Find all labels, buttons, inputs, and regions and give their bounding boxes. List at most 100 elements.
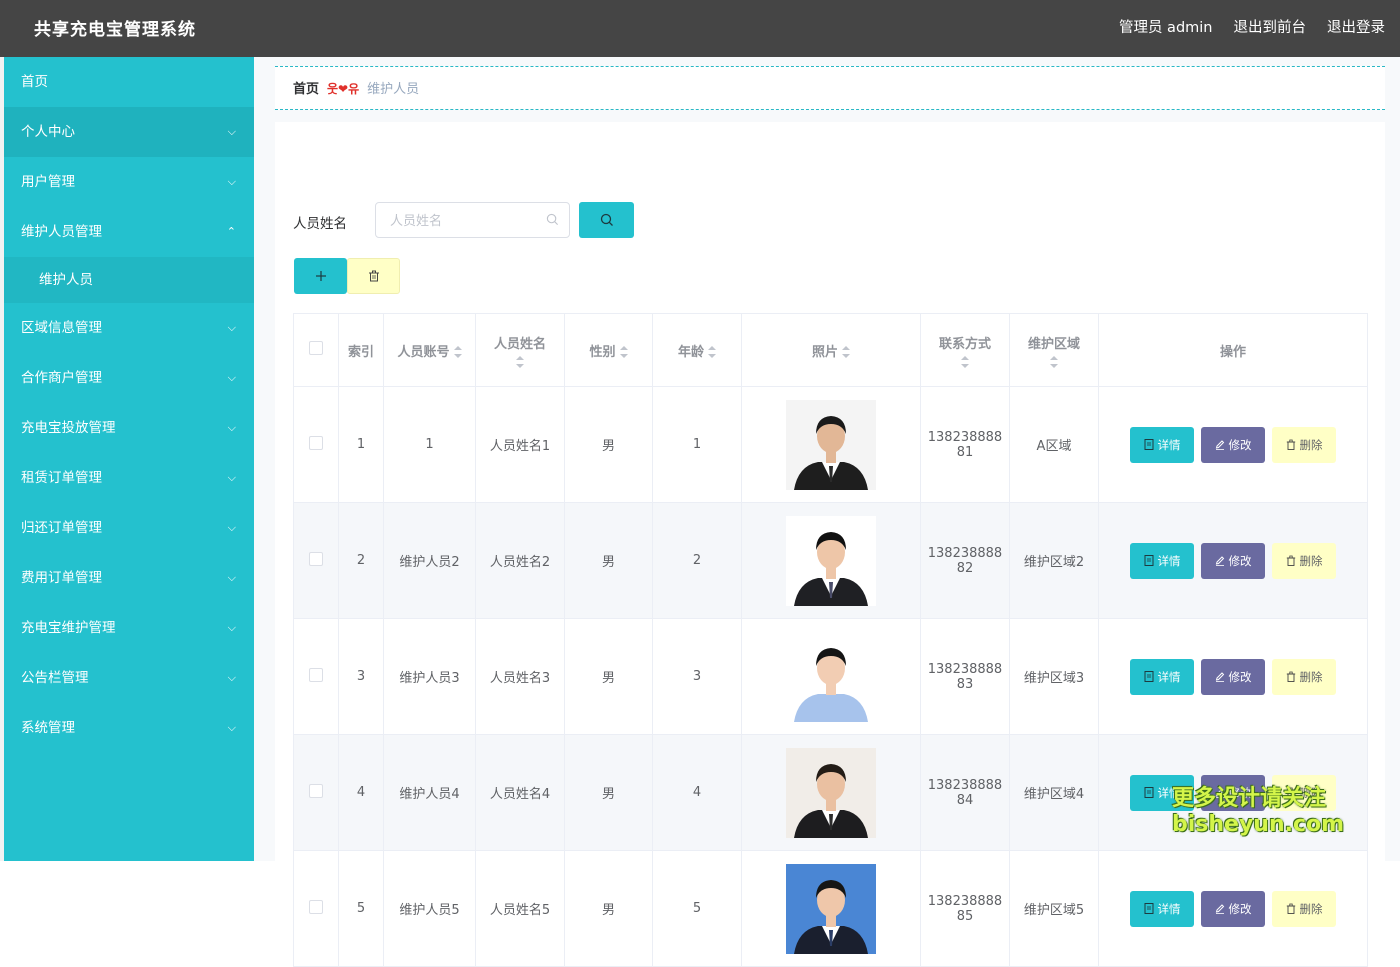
cell-account: 1 <box>383 386 476 503</box>
edit-button[interactable]: 修改 <box>1201 542 1265 579</box>
sidebar-item-partner-merchants[interactable]: 合作商户管理 ⌵ <box>4 353 254 403</box>
col-area[interactable]: 维护区域 <box>1009 313 1099 387</box>
detail-button[interactable]: 详情 <box>1130 426 1194 463</box>
chevron-down-icon: ⌵ <box>227 421 236 434</box>
chevron-down-icon: ⌵ <box>227 175 236 188</box>
sort-icon[interactable] <box>961 355 969 368</box>
cell-ops: 详情 修改 删除 <box>1098 850 1368 967</box>
logout-link[interactable]: 退出登录 <box>1327 16 1385 37</box>
pencil-icon <box>1215 904 1224 914</box>
trash-icon <box>1286 439 1295 450</box>
chevron-up-icon: ⌃ <box>226 225 236 238</box>
detail-button[interactable]: 详情 <box>1130 658 1194 695</box>
sort-icon[interactable] <box>842 346 850 358</box>
detail-button[interactable]: 详情 <box>1130 890 1194 927</box>
cell-name: 人员姓名3 <box>475 618 565 735</box>
edit-button[interactable]: 修改 <box>1201 890 1265 927</box>
cell-gender: 男 <box>564 502 653 619</box>
edit-label: 修改 <box>1228 553 1252 568</box>
edit-button[interactable]: 修改 <box>1201 658 1265 695</box>
cell-index: 5 <box>338 850 384 967</box>
breadcrumb-home[interactable]: 首页 <box>293 82 319 97</box>
sidebar-item-personal-center[interactable]: 个人中心 ⌵ <box>4 107 254 157</box>
col-photo[interactable]: 照片 <box>741 313 921 387</box>
row-checkbox[interactable] <box>309 899 323 914</box>
cell-index: 4 <box>338 734 384 851</box>
delete-button[interactable]: 删除 <box>1272 426 1336 463</box>
row-checkbox[interactable] <box>309 435 323 450</box>
edit-button[interactable]: 修改 <box>1201 426 1265 463</box>
top-header: 共享充电宝管理系统 管理员 admin 退出到前台 退出登录 <box>0 0 1400 57</box>
batch-delete-button[interactable] <box>347 258 400 294</box>
sidebar-item-home[interactable]: 首页 <box>4 57 254 107</box>
phone-part1: 138238888 <box>927 661 1003 677</box>
cell-age: 3 <box>652 618 742 735</box>
row-checkbox[interactable] <box>309 667 323 682</box>
sidebar-item-label: 个人中心 <box>21 124 75 140</box>
add-button[interactable] <box>294 258 347 294</box>
cell-photo <box>741 618 921 735</box>
breadcrumb: 首页 웃❤유 维护人员 <box>275 66 1385 110</box>
sort-icon[interactable] <box>453 346 462 358</box>
chevron-down-icon: ⌵ <box>227 671 236 684</box>
sidebar-item-rental-orders[interactable]: 租赁订单管理 ⌵ <box>4 453 254 503</box>
col-name[interactable]: 人员姓名 <box>475 313 565 387</box>
delete-button[interactable]: 删除 <box>1272 542 1336 579</box>
sidebar-item-powerbank-maintenance[interactable]: 充电宝维护管理 ⌵ <box>4 603 254 653</box>
chevron-down-icon: ⌵ <box>227 621 236 634</box>
phone-part1: 138238888 <box>927 777 1003 793</box>
row-checkbox[interactable] <box>309 551 323 566</box>
sidebar-item-system-management[interactable]: 系统管理 ⌵ <box>4 703 254 753</box>
plus-icon <box>315 271 326 281</box>
sidebar-item-label: 充电宝投放管理 <box>21 420 116 436</box>
table-row: 1 1 人员姓名1 男 1 138238888 81 A区域 详情 修改 删除 <box>293 386 1368 503</box>
sidebar-item-label: 归还订单管理 <box>21 520 102 536</box>
cell-gender: 男 <box>564 386 653 503</box>
sidebar-subitem-maintenance-staff[interactable]: 维护人员 <box>4 257 254 303</box>
staff-photo <box>786 747 876 838</box>
detail-label: 详情 <box>1157 437 1181 452</box>
sort-icon[interactable] <box>516 355 524 368</box>
sidebar-item-label: 充电宝维护管理 <box>21 620 116 636</box>
col-age[interactable]: 年龄 <box>652 313 742 387</box>
staff-photo <box>786 863 876 954</box>
exit-to-frontend-link[interactable]: 退出到前台 <box>1234 16 1307 37</box>
search-input[interactable] <box>388 205 542 237</box>
sidebar-item-fee-orders[interactable]: 费用订单管理 ⌵ <box>4 553 254 603</box>
delete-label: 删除 <box>1299 437 1323 452</box>
col-gender[interactable]: 性别 <box>564 313 653 387</box>
cell-area: 维护区域4 <box>1009 734 1099 851</box>
sort-icon[interactable] <box>708 346 716 358</box>
row-select-cell <box>293 850 339 967</box>
watermark-line1: 更多设计请关注 <box>1172 786 1327 811</box>
phone-part2: 85 <box>956 908 974 924</box>
sidebar-item-powerbank-deployment[interactable]: 充电宝投放管理 ⌵ <box>4 403 254 453</box>
phone-part1: 138238888 <box>927 545 1003 561</box>
document-icon <box>1144 787 1153 798</box>
sidebar-item-area-info[interactable]: 区域信息管理 ⌵ <box>4 303 254 353</box>
select-all-checkbox[interactable] <box>309 341 323 355</box>
watermark: 更多设计请关注 bisheyun.com <box>1172 786 1344 838</box>
sort-icon[interactable] <box>1050 355 1058 368</box>
col-index: 索引 <box>338 313 384 387</box>
delete-button[interactable]: 删除 <box>1272 658 1336 695</box>
row-checkbox[interactable] <box>309 783 323 798</box>
edit-label: 修改 <box>1228 669 1252 684</box>
sidebar-item-user-management[interactable]: 用户管理 ⌵ <box>4 157 254 207</box>
cell-area: 维护区域5 <box>1009 850 1099 967</box>
detail-label: 详情 <box>1157 669 1181 684</box>
sidebar-item-maintenance-staff-management[interactable]: 维护人员管理 ⌃ <box>4 207 254 257</box>
cell-ops: 详情 修改 删除 <box>1098 386 1368 503</box>
table-row: 2 维护人员2 人员姓名2 男 2 138238888 82 维护区域2 详情 修… <box>293 502 1368 619</box>
detail-button[interactable]: 详情 <box>1130 542 1194 579</box>
sort-icon[interactable] <box>619 346 628 358</box>
col-phone[interactable]: 联系方式 <box>920 313 1010 387</box>
delete-button[interactable]: 删除 <box>1272 890 1336 927</box>
chevron-down-icon: ⌵ <box>227 471 236 484</box>
cell-name: 人员姓名5 <box>475 850 565 967</box>
sidebar-item-return-orders[interactable]: 归还订单管理 ⌵ <box>4 503 254 553</box>
sidebar-item-bulletin-board[interactable]: 公告栏管理 ⌵ <box>4 653 254 703</box>
search-button[interactable] <box>579 202 634 238</box>
col-account[interactable]: 人员账号 <box>383 313 476 387</box>
admin-user-label[interactable]: 管理员 admin <box>1119 16 1213 37</box>
